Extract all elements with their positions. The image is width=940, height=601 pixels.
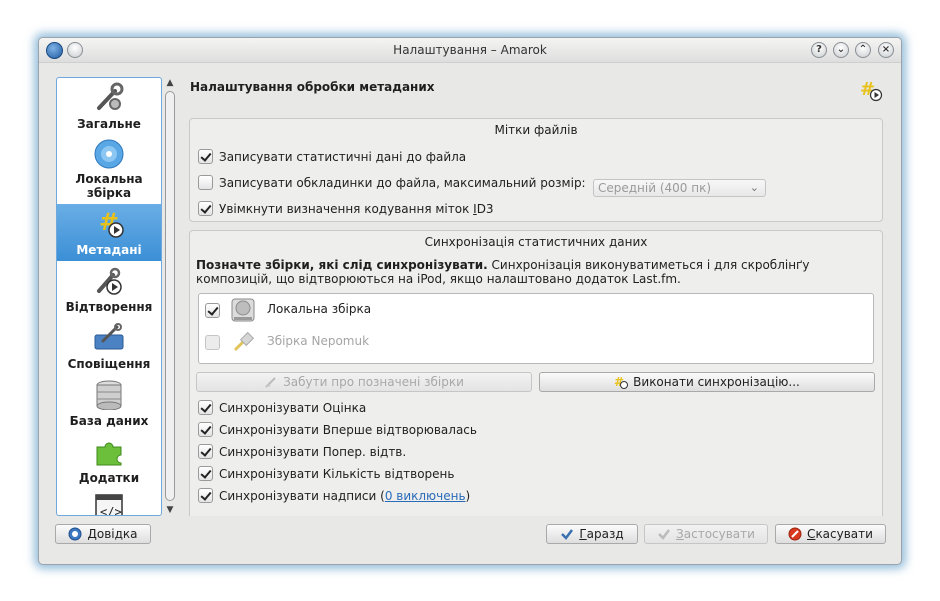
id3-encoding-checkbox[interactable] (198, 201, 213, 216)
broom-icon (264, 375, 278, 389)
collections-list: Локальна збірка Збірка Nepomuk (198, 293, 874, 364)
write-covers-label: Записувати обкладинки до файла, максимал… (219, 176, 586, 190)
cancel-button[interactable]: Скасувати (775, 524, 886, 544)
sync-play-count-checkbox[interactable] (198, 466, 213, 481)
sidebar-item-database[interactable]: База даних (57, 376, 161, 433)
settings-sidebar: Загальне Локальна збірка # Метадані Відт… (56, 77, 162, 516)
window-title: Налаштування – Amarok (393, 43, 547, 57)
sidebar-item-local-collection[interactable]: Локальна збірка (57, 135, 161, 203)
sidebar-item-general[interactable]: Загальне (57, 78, 161, 135)
sync-play-count-label: Синхронізувати Кількість відтворень (219, 467, 455, 481)
cd-icon (94, 139, 124, 169)
sidebar-item-label: База даних (69, 414, 149, 428)
sidebar-item-label: Відтворення (65, 300, 153, 314)
sync-rating-label: Синхронізувати Оцінка (219, 401, 367, 415)
playback-icon (97, 267, 122, 295)
sidebar-scrollbar[interactable]: ▲ ▼ (164, 77, 176, 516)
checkmark-icon (657, 527, 671, 541)
sidebar-item-label: Сповіщення (67, 357, 151, 371)
help-button[interactable]: Довідка (55, 524, 151, 544)
metadata-page-icon: # (860, 79, 883, 102)
sync-first-played-checkbox[interactable] (198, 422, 213, 437)
plug-icon (233, 331, 255, 352)
scroll-down-icon[interactable]: ▼ (164, 504, 176, 516)
sidebar-item-label: Локальна збірка (75, 172, 143, 200)
sync-labels-checkbox[interactable] (198, 488, 213, 503)
file-tags-group: Мітки файлів Записувати статистичні дані… (189, 118, 883, 222)
svg-text:</>: </> (100, 505, 122, 516)
write-stats-label: Записувати статистичні дані до файла (219, 150, 467, 164)
chevron-down-icon: ⌄ (749, 181, 759, 194)
group-title: Мітки файлів (494, 123, 578, 137)
checkmark-icon (560, 527, 574, 541)
sync-last-played-checkbox[interactable] (198, 444, 213, 459)
run-sync-button[interactable]: # Виконати синхронізацію... (539, 372, 875, 392)
ok-button[interactable]: Гаразд (546, 524, 638, 544)
tag-icon: # (99, 208, 124, 238)
exclusions-link[interactable]: 0 виключень (385, 489, 466, 503)
group-title: Синхронізація статистичних даних (424, 235, 648, 249)
sidebar-item-label: Загальне (77, 117, 141, 131)
write-covers-checkbox[interactable] (198, 175, 213, 190)
scroll-up-icon[interactable]: ▲ (164, 77, 176, 89)
forget-collections-button: Забути про позначені збірки (196, 372, 532, 392)
minimize-icon[interactable]: ⌄ (833, 42, 849, 58)
sync-description: Позначте збірки, які слід синхронізувати… (196, 258, 810, 286)
stats-sync-group: Синхронізація статистичних даних Позначт… (189, 230, 883, 516)
wrench-icon (97, 82, 124, 110)
hard-drive-icon (231, 298, 255, 322)
help-icon[interactable]: ? (811, 42, 827, 58)
notification-icon (94, 323, 124, 350)
cover-size-value: Середній (400 пк) (598, 181, 712, 195)
apply-button: Застосувати (644, 524, 768, 544)
sync-rating-checkbox[interactable] (198, 400, 213, 415)
sidebar-item-metadata[interactable]: # Метадані (57, 204, 161, 261)
sidebar-item-scripts[interactable]: </> (57, 490, 161, 516)
local-collection-checkbox[interactable] (205, 303, 220, 318)
page-title: Налаштування обробки метаданих (190, 80, 435, 94)
scrollbar-thumb[interactable] (165, 91, 175, 501)
sidebar-item-playback[interactable]: Відтворення (57, 262, 161, 319)
settings-window: Налаштування – Amarok ? ⌄ ⌃ × Загальне Л… (38, 37, 902, 565)
maximize-icon[interactable]: ⌃ (855, 42, 871, 58)
nepomuk-collection-checkbox (205, 335, 220, 350)
cover-size-select: Середній (400 пк) ⌄ (593, 179, 766, 197)
local-collection-label: Локальна збірка (267, 302, 372, 316)
help-book-icon (68, 527, 82, 541)
sidebar-item-plugins[interactable]: Додатки (57, 433, 161, 490)
title-bar: Налаштування – Amarok ? ⌄ ⌃ × (39, 38, 901, 63)
puzzle-icon (96, 442, 122, 466)
nepomuk-collection-label: Збірка Nepomuk (267, 334, 370, 348)
cancel-icon (788, 527, 802, 541)
sidebar-item-notifications[interactable]: Сповіщення (57, 319, 161, 376)
script-icon: </> (95, 494, 123, 516)
sync-first-played-label: Синхронізувати Вперше відтворювалась (219, 423, 477, 437)
database-icon (96, 380, 122, 410)
sync-labels-label: Синхронізувати надписи (0 виключень) (219, 489, 471, 503)
write-stats-checkbox[interactable] (198, 149, 213, 164)
sync-last-played-label: Синхронізувати Попер. відтв. (219, 445, 407, 459)
sidebar-item-label: Метадані (76, 243, 142, 257)
sync-icon: # (614, 375, 629, 389)
sidebar-item-label: Додатки (78, 471, 140, 485)
close-icon[interactable]: × (878, 42, 894, 58)
id3-encoding-label: Увімкнути визначення кодування міток ID3 (219, 202, 494, 216)
